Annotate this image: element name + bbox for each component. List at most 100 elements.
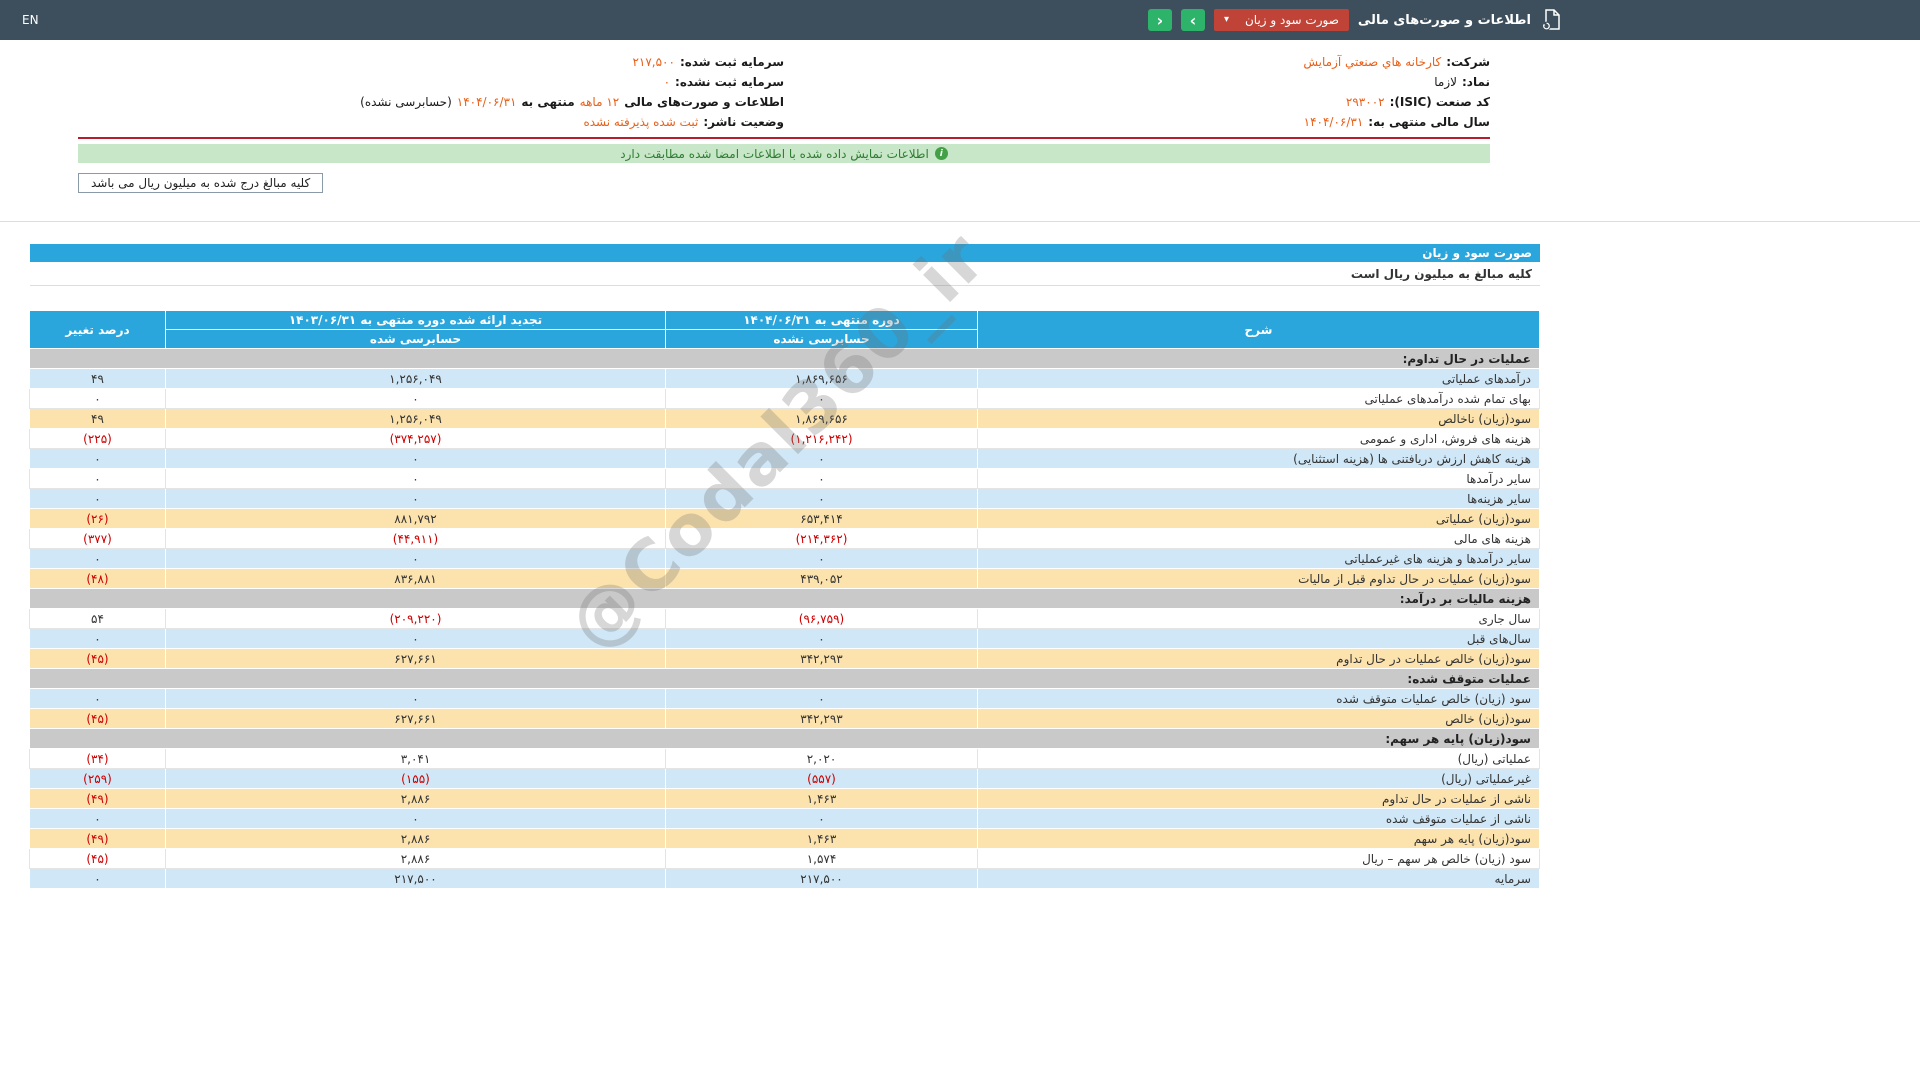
pl-prior-value: ۱,۲۵۶,۰۴۹ — [165, 408, 666, 429]
pl-row-label: سایر درآمدها و هزینه های غیرعملیاتی — [977, 548, 1540, 569]
fiscal-year-row: سال مالی منتهی به: ۱۴۰۴/۰۶/۳۱ — [784, 114, 1490, 131]
company-name-link[interactable]: کارخانه هاي صنعتي آزمايش — [1303, 54, 1441, 71]
pl-data-row: سال جاری (۹۶,۷۵۹) (۲۰۹,۲۲۰) ۵۴ — [29, 608, 1540, 629]
chevron-down-icon: ▾ — [1223, 14, 1229, 25]
pl-current-value: ۰ — [665, 468, 978, 489]
prev-statement-button[interactable]: ‹ — [1147, 9, 1172, 31]
pl-row-label: غیرعملیاتی (ریال) — [977, 768, 1540, 789]
pl-prior-value: ۲۱۷,۵۰۰ — [165, 868, 666, 889]
pl-prior-value: ۰ — [165, 388, 666, 409]
pl-prior-value: ۱,۲۵۶,۰۴۹ — [165, 368, 666, 389]
unregistered-capital-value: ۰ — [663, 75, 671, 89]
company-name-row: شرکت: کارخانه هاي صنعتي آزمايش — [784, 54, 1490, 71]
pl-data-row: سود(زیان) خالص عملیات در حال تداوم ۳۴۲,۲۹… — [29, 648, 1540, 669]
pl-prior-value: ۸۸۱,۷۹۲ — [165, 508, 666, 529]
report-type-dropdown[interactable]: صورت سود و زیان ▾ — [1213, 9, 1349, 31]
pl-prior-value: (۴۴,۹۱۱) — [165, 528, 666, 549]
pl-current-value: ۳۴۲,۲۹۳ — [665, 708, 978, 729]
pl-prior-value: ۸۳۶,۸۸۱ — [165, 568, 666, 589]
col-header-description: شرح — [977, 310, 1540, 349]
pl-prior-value: ۶۲۷,۶۶۱ — [165, 708, 666, 729]
pl-row-label: سال جاری — [977, 608, 1540, 629]
pl-current-value: ۱,۵۷۴ — [665, 848, 978, 869]
pl-prior-value: ۲,۸۸۶ — [165, 848, 666, 869]
pl-change-value: ۰ — [29, 548, 166, 569]
top-bar: اطلاعات و صورت‌های مالی صورت سود و زیان … — [0, 0, 1920, 40]
pl-current-value: ۰ — [665, 628, 978, 649]
pl-current-value: (۹۶,۷۵۹) — [665, 608, 978, 629]
report-type-selected: صورت سود و زیان — [1244, 13, 1339, 27]
pl-row-label: سود(زیان) عملیات در حال تداوم قبل از مال… — [977, 568, 1540, 589]
pl-current-value: ۱,۸۶۹,۶۵۶ — [665, 408, 978, 429]
pl-change-value: (۴۵) — [29, 848, 166, 869]
col-header-current-period: دوره منتهی به ۱۴۰۴/۰۶/۳۱ — [665, 310, 978, 330]
issuer-status-value: ثبت شده پذیرفته نشده — [583, 115, 699, 129]
pl-section-label: عملیات در حال تداوم: — [29, 348, 1540, 369]
pl-change-value: ۰ — [29, 388, 166, 409]
pl-data-row: سود(زیان) عملیاتی ۶۵۳,۴۱۴ ۸۸۱,۷۹۲ (۲۶) — [29, 508, 1540, 529]
pl-current-value: ۰ — [665, 808, 978, 829]
table-header: شرح دوره منتهی به ۱۴۰۴/۰۶/۳۱ تجدید ارائه… — [29, 310, 1540, 349]
pl-current-value: (۲۱۴,۳۶۲) — [665, 528, 978, 549]
pl-change-value: (۴۹) — [29, 788, 166, 809]
pl-data-row: هزینه های فروش، اداری و عمومی (۱,۲۱۶,۲۴۲)… — [29, 428, 1540, 449]
pl-change-value: ۰ — [29, 448, 166, 469]
pl-row-label: سال‌های قبل — [977, 628, 1540, 649]
pl-row-label: هزینه کاهش ارزش دریافتنی ها (هزینه استثن… — [977, 448, 1540, 469]
pl-row-label: سود(زیان) پایه هر سهم — [977, 828, 1540, 849]
signature-match-text: اطلاعات نمایش داده شده با اطلاعات امضا ش… — [620, 146, 929, 161]
registered-capital-label: سرمایه ثبت شده: — [679, 55, 784, 69]
pl-prior-value: ۰ — [165, 488, 666, 509]
language-switch-link[interactable]: EN — [22, 13, 39, 27]
pl-change-value: (۴۵) — [29, 648, 166, 669]
pl-row-label: سود(زیان) ناخالص — [977, 408, 1540, 429]
ticker-row: نماد: لازما — [784, 74, 1490, 91]
pl-data-row: سود(زیان) ناخالص ۱,۸۶۹,۶۵۶ ۱,۲۵۶,۰۴۹ ۴۹ — [29, 408, 1540, 429]
pl-table-body: عملیات در حال تداوم: درآمدهای عملیاتی ۱,۸۶… — [29, 348, 1540, 889]
isic-row: کد صنعت (ISIC): ۲۹۳۰۰۲ — [784, 94, 1490, 111]
pl-prior-value: ۶۲۷,۶۶۱ — [165, 648, 666, 669]
pl-current-value: ۰ — [665, 488, 978, 509]
registered-capital-row: سرمایه ثبت شده: ۲۱۷,۵۰۰ — [78, 54, 784, 71]
period-audit-status: (حسابرسی نشده) — [360, 95, 452, 109]
pl-row-label: ناشی از عملیات متوقف شده — [977, 808, 1540, 829]
pl-data-row: سایر درآمدها و هزینه های غیرعملیاتی ۰ ۰ ۰ — [29, 548, 1540, 569]
pl-row-label: سود (زیان) خالص عملیات متوقف شده — [977, 688, 1540, 709]
company-label: شرکت: — [1446, 55, 1490, 69]
pl-change-value: ۴۹ — [29, 408, 166, 429]
pl-prior-value: ۲,۸۸۶ — [165, 788, 666, 809]
signature-match-banner: i اطلاعات نمایش داده شده با اطلاعات امضا… — [78, 144, 1490, 163]
period-prefix: اطلاعات و صورت‌های مالی — [624, 95, 784, 109]
pl-change-value: ۰ — [29, 628, 166, 649]
company-info-section: شرکت: کارخانه هاي صنعتي آزمايش سرمایه ثب… — [78, 54, 1490, 139]
pl-current-value: ۰ — [665, 448, 978, 469]
pl-change-value: ۵۴ — [29, 608, 166, 629]
pl-section-row: سود(زیان) پایه هر سهم: — [29, 728, 1540, 749]
pl-prior-value: ۰ — [165, 628, 666, 649]
pl-row-label: هزینه های مالی — [977, 528, 1540, 549]
pl-current-value: ۰ — [665, 688, 978, 709]
pl-data-row: درآمدهای عملیاتی ۱,۸۶۹,۶۵۶ ۱,۲۵۶,۰۴۹ ۴۹ — [29, 368, 1540, 389]
pl-change-value: ۰ — [29, 688, 166, 709]
statement-document-icon[interactable] — [1540, 8, 1562, 32]
fiscal-year-label: سال مالی منتهی به: — [1368, 115, 1490, 129]
pl-current-value: ۲۱۷,۵۰۰ — [665, 868, 978, 889]
pl-row-label: سرمایه — [977, 868, 1540, 889]
next-statement-button[interactable]: › — [1180, 9, 1205, 31]
pl-change-value: (۲۵۹) — [29, 768, 166, 789]
issuer-status-row: وضعیت ناشر: ثبت شده پذیرفته نشده — [78, 114, 784, 131]
pl-data-row: سود(زیان) خالص ۳۴۲,۲۹۳ ۶۲۷,۶۶۱ (۴۵) — [29, 708, 1540, 729]
pl-prior-value: ۳,۰۴۱ — [165, 748, 666, 769]
period-middle: منتهی به — [521, 95, 575, 109]
pl-data-row: عملیاتی (ریال) ۲,۰۲۰ ۳,۰۴۱ (۳۴) — [29, 748, 1540, 769]
pl-current-value: ۱,۸۶۹,۶۵۶ — [665, 368, 978, 389]
col-header-prior-period: تجدید ارائه شده دوره منتهی به ۱۴۰۳/۰۶/۳۱ — [165, 310, 666, 330]
pl-data-row: غیرعملیاتی (ریال) (۵۵۷) (۱۵۵) (۲۵۹) — [29, 768, 1540, 789]
pl-prior-value: ۰ — [165, 808, 666, 829]
pl-section-row: عملیات در حال تداوم: — [29, 348, 1540, 369]
pl-current-value: ۱,۴۶۳ — [665, 788, 978, 809]
unregistered-capital-row: سرمایه ثبت نشده: ۰ — [78, 74, 784, 91]
pl-current-value: (۵۵۷) — [665, 768, 978, 789]
pl-row-label: سود (زیان) خالص هر سهم – ریال — [977, 848, 1540, 869]
period-months: ۱۲ ماهه — [579, 95, 620, 109]
